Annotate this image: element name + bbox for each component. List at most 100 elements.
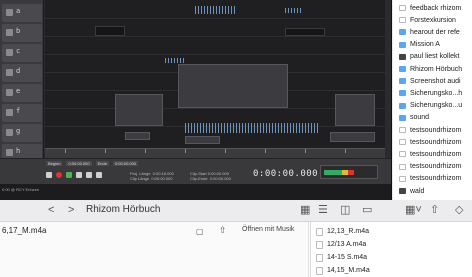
track-menu-icon[interactable] xyxy=(6,89,13,96)
ruler-tick xyxy=(225,149,226,153)
list-item[interactable]: hearout der refe xyxy=(393,27,472,37)
waveform[interactable] xyxy=(195,6,235,14)
list-item[interactable]: Mission A xyxy=(393,40,472,50)
play-button[interactable] xyxy=(66,172,72,178)
list-view-icon[interactable]: ☰ xyxy=(318,204,328,216)
list-item[interactable]: testsoundrhizom xyxy=(393,162,472,172)
audio-clip[interactable] xyxy=(115,94,163,126)
timeline-ruler[interactable] xyxy=(45,148,385,158)
audio-clip[interactable] xyxy=(178,64,288,108)
list-item[interactable]: testsoundrhizom xyxy=(393,149,472,159)
list-item[interactable]: 12/13 A.m4a xyxy=(311,239,472,250)
list-item[interactable]: testsoundrhizom xyxy=(393,137,472,147)
lane-divider xyxy=(45,18,385,19)
finder-file-list: feedback rhizom Forstexkursion hearout der… xyxy=(393,0,472,200)
list-item[interactable]: paul liest kollekt xyxy=(393,52,472,62)
waveform[interactable] xyxy=(185,123,320,133)
track-menu-icon[interactable] xyxy=(6,49,13,56)
project-length: Proj. Länge 0:00:18.000 Clip Länge 0:00:… xyxy=(130,171,174,181)
column-divider[interactable] xyxy=(308,222,309,277)
list-item[interactable]: feedback rhizom xyxy=(393,3,472,13)
finder-toolbar: < > Rhizom Hörbuch ▦ ☰ ◫ ▭ ▦˅ ⇧ ◇ xyxy=(0,200,472,222)
file-name: hearout der refe xyxy=(410,28,460,36)
file-column: 12,13_R.m4a 12/13 A.m4a 14-15 S.m4a 14,1… xyxy=(311,222,472,277)
track-header[interactable]: f xyxy=(2,104,42,122)
list-item[interactable]: sound xyxy=(393,113,472,123)
doc-icon xyxy=(399,17,406,24)
track-header[interactable]: b xyxy=(2,24,42,42)
gallery-view-icon[interactable]: ▭ xyxy=(362,204,372,216)
start-field[interactable]: 0:00:00.000 xyxy=(66,161,92,166)
audio-clip[interactable] xyxy=(285,28,325,36)
track-menu-icon[interactable] xyxy=(6,109,13,116)
share-icon[interactable]: ⇧ xyxy=(219,225,227,236)
folder-icon xyxy=(399,66,406,72)
track-menu-icon[interactable] xyxy=(6,29,13,36)
audio-clip[interactable] xyxy=(185,136,220,144)
share-icon[interactable]: ⇧ xyxy=(430,204,439,216)
audio-preview-icon[interactable]: ▢ xyxy=(196,227,208,236)
pause-button[interactable] xyxy=(86,172,92,178)
track-menu-icon[interactable] xyxy=(6,9,13,16)
track-label: e xyxy=(16,87,21,95)
end-field[interactable]: 0:00:00.000 xyxy=(112,161,139,166)
doc-icon xyxy=(399,127,406,133)
list-item[interactable]: testsoundrhizom xyxy=(393,125,472,135)
audio-clip[interactable] xyxy=(335,94,375,126)
list-item[interactable]: 14,15_M.m4a xyxy=(311,265,472,276)
meter-fill xyxy=(324,170,354,175)
dark-icon xyxy=(399,188,406,194)
list-item[interactable]: Sicherungsko...h xyxy=(393,88,472,98)
track-header[interactable]: d xyxy=(2,64,42,82)
track-header[interactable]: a xyxy=(2,4,42,22)
track-area[interactable] xyxy=(45,0,385,148)
list-item[interactable]: wald xyxy=(393,186,472,196)
list-item[interactable]: testsoundrhizom xyxy=(393,174,472,184)
waveform[interactable] xyxy=(285,8,303,13)
group-icon[interactable]: ▦˅ xyxy=(405,204,422,216)
list-item[interactable]: 12,13_R.m4a xyxy=(311,226,472,237)
track-menu-icon[interactable] xyxy=(6,149,13,156)
status-bar: 0:00 @ RCY Enhzen xyxy=(0,184,391,200)
list-item[interactable]: Rhizom Hörbuch xyxy=(393,64,472,74)
end-label: Ende xyxy=(95,161,109,166)
file-name: feedback rhizom xyxy=(410,4,462,12)
ruler-tick xyxy=(145,149,146,153)
track-menu-icon[interactable] xyxy=(6,69,13,76)
audio-file-icon xyxy=(316,253,323,262)
audio-clip[interactable] xyxy=(330,132,375,142)
file-name: testsoundrhizom xyxy=(410,126,462,134)
ruler-tick xyxy=(305,149,306,153)
track-label: b xyxy=(16,27,21,35)
track-header[interactable]: c xyxy=(2,44,42,62)
stop-button[interactable] xyxy=(76,172,82,178)
window-title: Rhizom Hörbuch xyxy=(86,204,161,215)
finder-window: < > Rhizom Hörbuch ▦ ☰ ◫ ▭ ▦˅ ⇧ ◇ 6,17_M… xyxy=(0,200,472,277)
screen: a b c d e f g h i xyxy=(0,0,472,277)
record-button[interactable] xyxy=(56,172,62,178)
column-view-icon[interactable]: ◫ xyxy=(340,204,350,216)
open-with-button[interactable]: Öffnen mit Musik xyxy=(242,226,294,233)
file-name: Rhizom Hörbuch xyxy=(410,65,463,73)
track-header[interactable]: e xyxy=(2,84,42,102)
ruler-tick xyxy=(185,149,186,153)
file-name: testsoundrhizom xyxy=(410,138,462,146)
audio-clip[interactable] xyxy=(95,26,125,36)
list-item[interactable]: Screenshot audi xyxy=(393,76,472,86)
skip-end-icon[interactable] xyxy=(96,172,102,178)
audio-clip[interactable] xyxy=(125,132,150,140)
skip-start-icon[interactable] xyxy=(46,172,52,178)
tag-icon[interactable]: ◇ xyxy=(455,204,463,216)
back-button[interactable]: < xyxy=(48,204,54,216)
file-name: wald xyxy=(410,187,425,195)
waveform[interactable] xyxy=(165,58,185,63)
doc-icon xyxy=(399,163,406,170)
icon-view-icon[interactable]: ▦ xyxy=(300,204,310,216)
forward-button[interactable]: > xyxy=(68,204,74,216)
list-item[interactable]: Sicherungsko...u xyxy=(393,101,472,111)
list-item[interactable]: Forstexkursion xyxy=(393,15,472,25)
list-item[interactable]: 14-15 S.m4a xyxy=(311,252,472,263)
clip-info: Clip-Start 0:00:00.000 Clip-Ende 0:00:00… xyxy=(190,171,231,181)
track-header[interactable]: g xyxy=(2,124,42,142)
track-menu-icon[interactable] xyxy=(6,129,13,136)
